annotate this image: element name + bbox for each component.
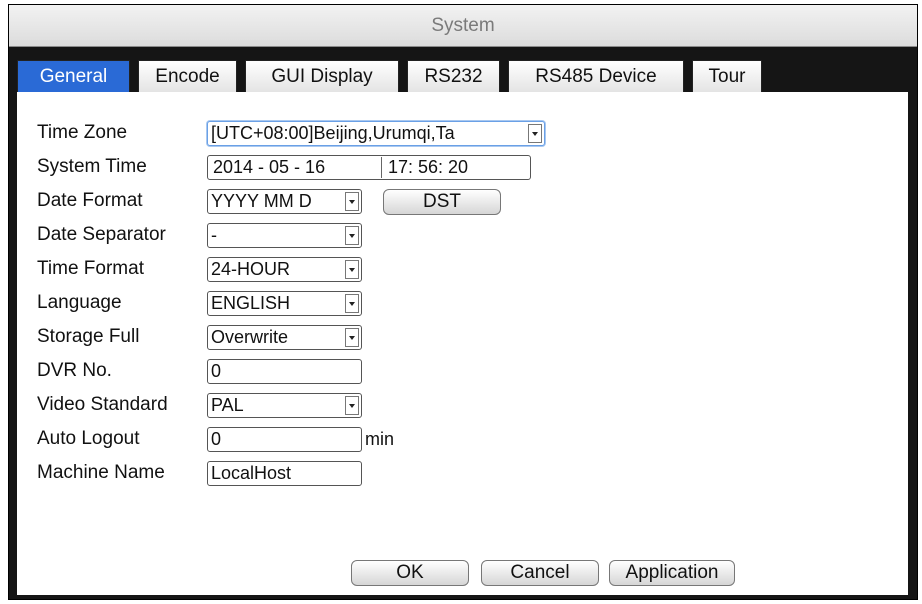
date-format-select[interactable]: YYYY MM D — [207, 189, 362, 214]
auto-logout-label: Auto Logout — [37, 428, 140, 449]
system-window: System General Encode GUI Display RS232 … — [8, 4, 918, 600]
language-label: Language — [37, 292, 122, 313]
ok-button[interactable]: OK — [351, 560, 469, 586]
date-format-label: Date Format — [37, 190, 143, 211]
chevron-down-icon[interactable] — [345, 396, 359, 415]
system-time-value[interactable]: 17: 56: 20 — [388, 156, 468, 179]
dvr-no-input[interactable]: 0 — [207, 359, 362, 384]
storage-full-label: Storage Full — [37, 326, 140, 347]
date-time-divider — [381, 157, 382, 178]
time-zone-label: Time Zone — [37, 122, 128, 143]
tab-rs232[interactable]: RS232 — [407, 60, 500, 92]
system-time-field[interactable]: 2014 - 05 - 16 17: 56: 20 — [207, 155, 531, 180]
tab-gui-display[interactable]: GUI Display — [245, 60, 399, 92]
window-title: System — [9, 5, 917, 47]
language-value: ENGLISH — [211, 293, 291, 313]
tab-rs485-device[interactable]: RS485 Device — [508, 60, 684, 92]
cancel-button[interactable]: Cancel — [481, 560, 599, 586]
system-date-value[interactable]: 2014 - 05 - 16 — [213, 156, 325, 179]
chevron-down-icon[interactable] — [345, 328, 359, 347]
storage-full-select[interactable]: Overwrite — [207, 325, 362, 350]
video-standard-label: Video Standard — [37, 394, 168, 415]
time-format-select[interactable]: 24-HOUR — [207, 257, 362, 282]
tab-encode[interactable]: Encode — [138, 60, 237, 92]
storage-full-value: Overwrite — [211, 327, 289, 347]
chevron-down-icon[interactable] — [345, 192, 359, 211]
chevron-down-icon[interactable] — [345, 226, 359, 245]
time-zone-select[interactable]: [UTC+08:00]Beijing,Urumqi,Ta — [207, 121, 545, 146]
video-standard-select[interactable]: PAL — [207, 393, 362, 418]
dst-button[interactable]: DST — [383, 189, 501, 215]
dvr-no-label: DVR No. — [37, 360, 112, 381]
chevron-down-icon[interactable] — [528, 124, 542, 143]
language-select[interactable]: ENGLISH — [207, 291, 362, 316]
date-separator-value: - — [211, 225, 217, 245]
tab-tour[interactable]: Tour — [692, 60, 762, 92]
machine-name-input[interactable]: LocalHost — [207, 461, 362, 486]
time-format-label: Time Format — [37, 258, 144, 279]
machine-name-label: Machine Name — [37, 462, 165, 483]
date-format-value: YYYY MM D — [211, 191, 312, 211]
date-separator-label: Date Separator — [37, 224, 166, 245]
video-standard-value: PAL — [211, 395, 244, 415]
chevron-down-icon[interactable] — [345, 260, 359, 279]
auto-logout-input[interactable]: 0 — [207, 427, 362, 452]
chevron-down-icon[interactable] — [345, 294, 359, 313]
auto-logout-unit: min — [365, 429, 395, 449]
time-zone-value: [UTC+08:00]Beijing,Urumqi,Ta — [211, 123, 455, 143]
date-separator-select[interactable]: - — [207, 223, 362, 248]
time-format-value: 24-HOUR — [211, 259, 291, 279]
tab-general[interactable]: General — [17, 60, 130, 92]
system-time-label: System Time — [37, 156, 147, 177]
general-panel: Time Zone [UTC+08:00]Beijing,Urumqi,Ta S… — [17, 92, 908, 595]
application-button[interactable]: Application — [609, 560, 735, 586]
